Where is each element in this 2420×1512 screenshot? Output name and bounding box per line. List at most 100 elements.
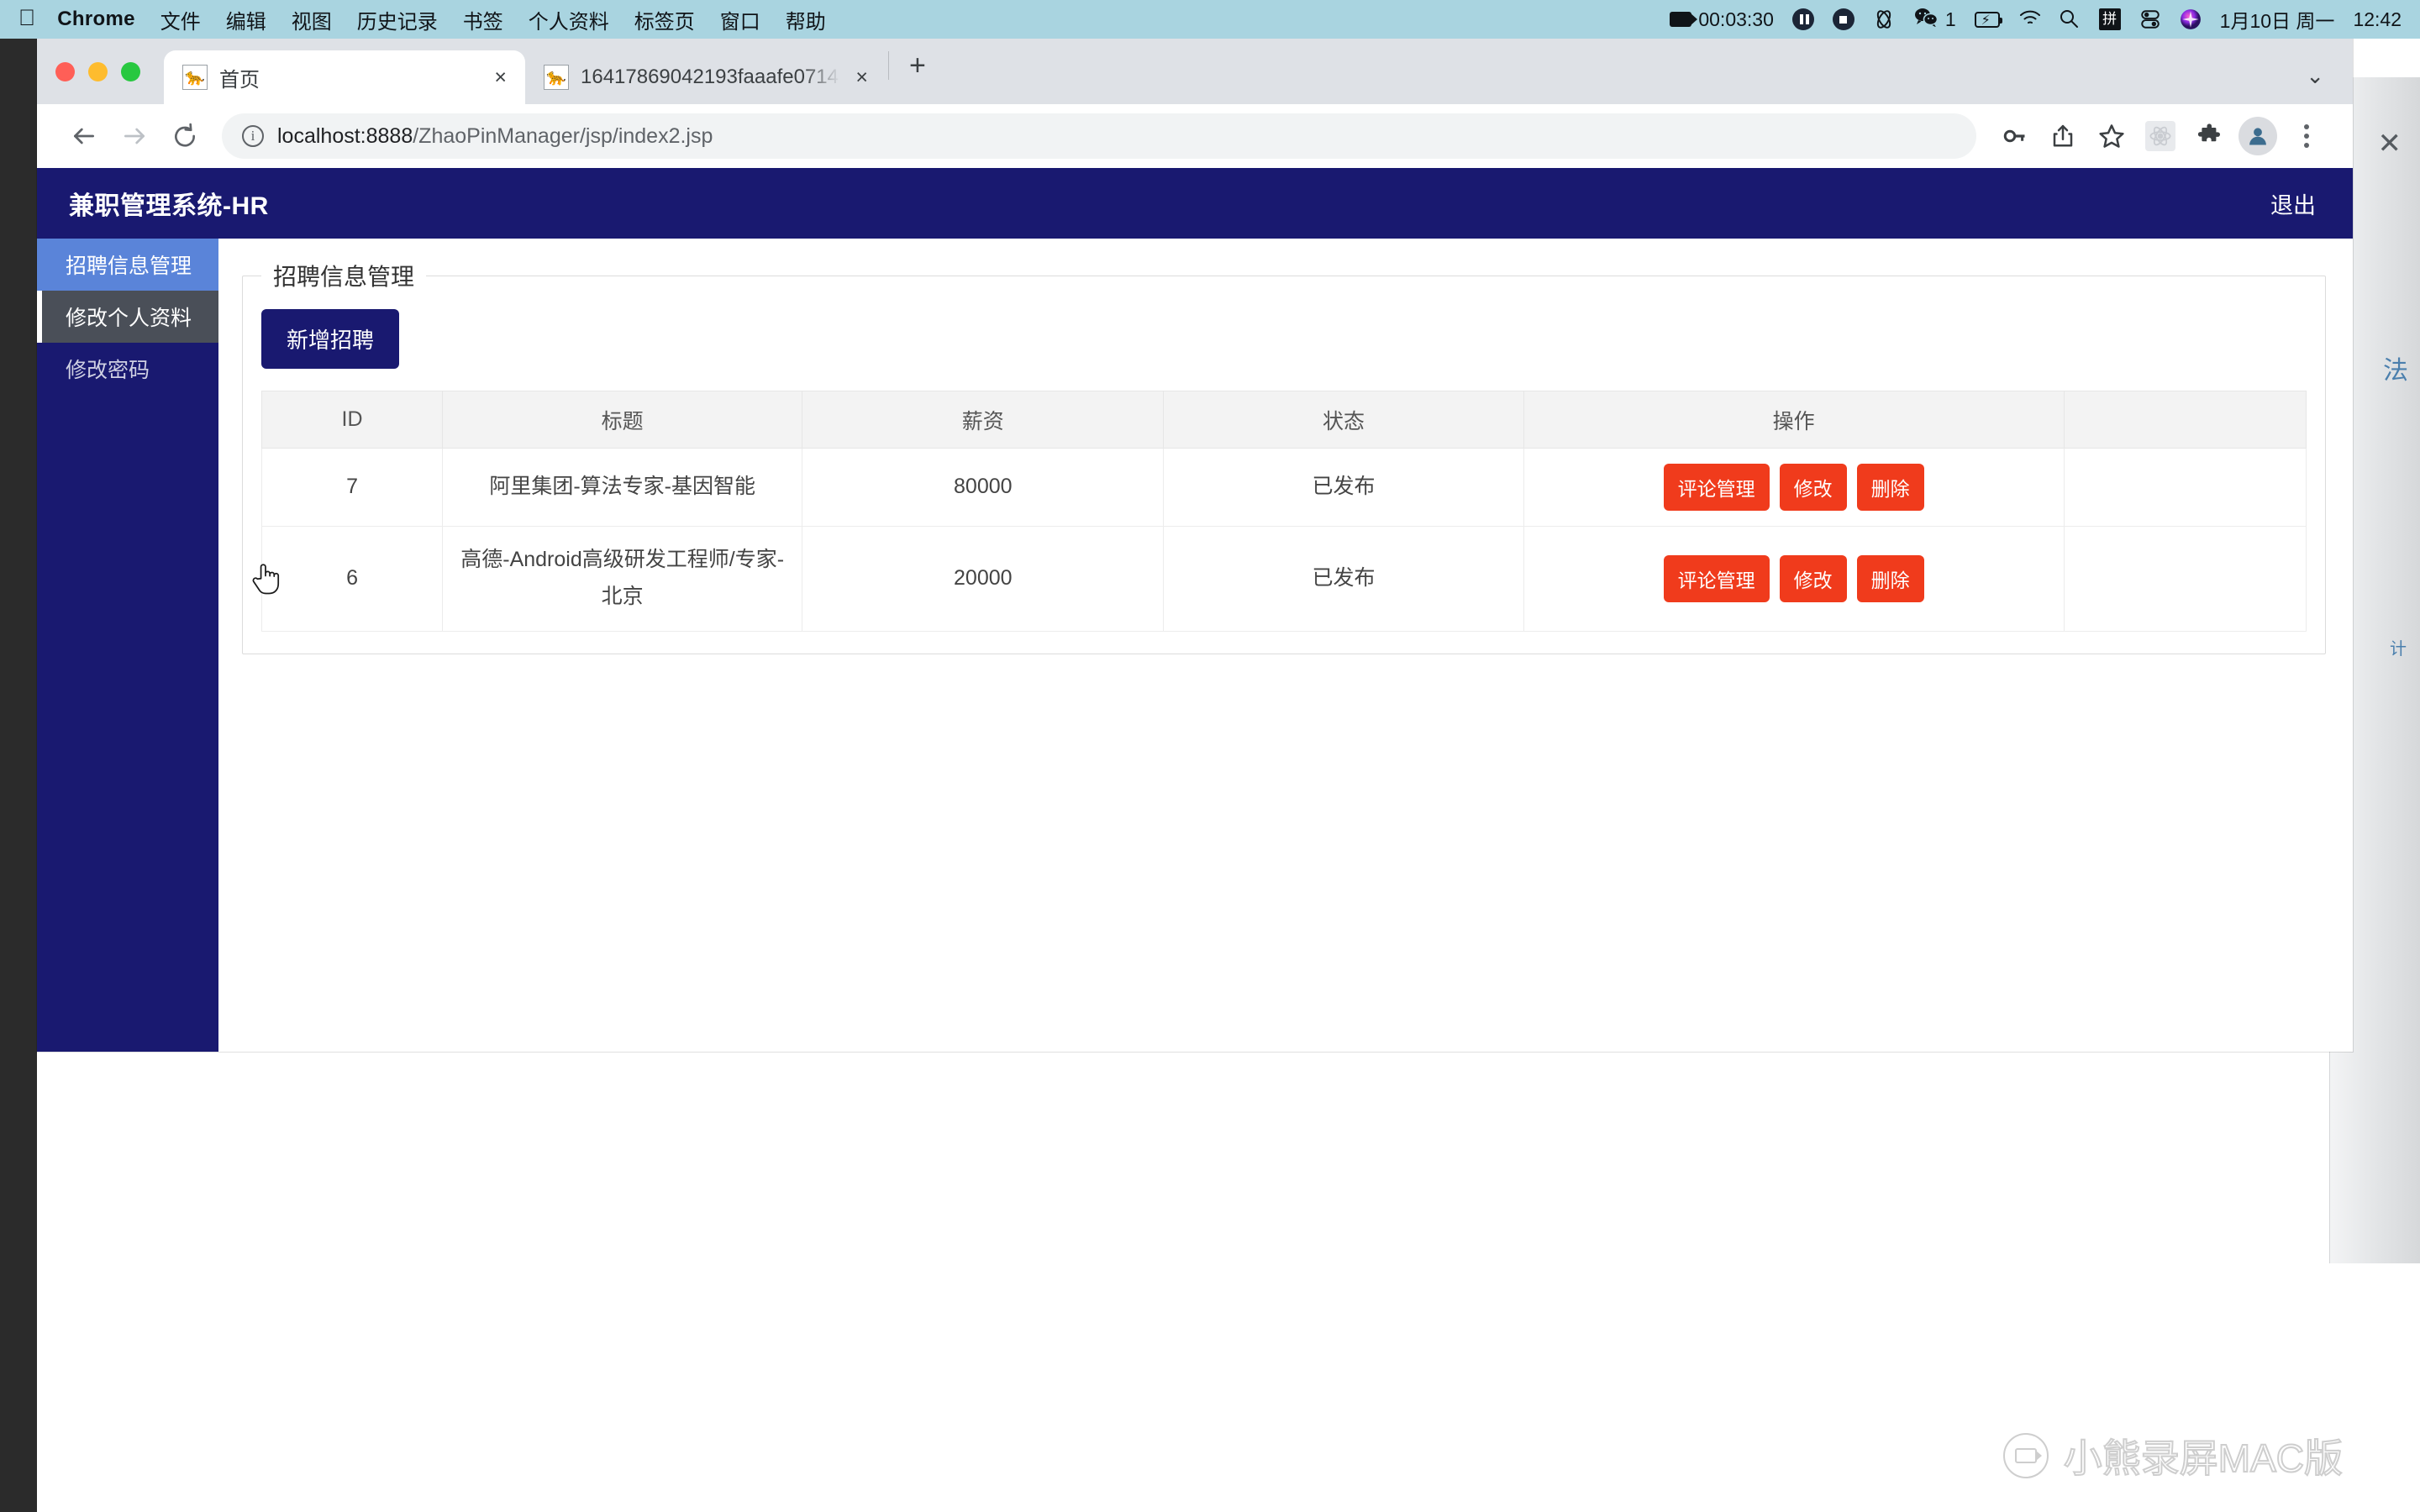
cell-status: 已发布 bbox=[1163, 448, 1524, 527]
pinyin-input-icon[interactable]: 拼 bbox=[2098, 8, 2121, 30]
menu-item-bookmarks[interactable]: 书签 bbox=[463, 5, 503, 34]
cell-empty bbox=[2063, 448, 2307, 527]
sidebar-item-recruitment[interactable]: 招聘信息管理 bbox=[37, 239, 218, 291]
react-devtools-icon[interactable] bbox=[2136, 112, 2185, 160]
wifi-icon[interactable] bbox=[2018, 8, 2040, 30]
menu-item-edit[interactable]: 编辑 bbox=[226, 5, 266, 34]
column-header-status: 状态 bbox=[1163, 391, 1524, 449]
logout-button[interactable]: 退出 bbox=[2270, 187, 2316, 220]
recording-timer: 00:03:30 bbox=[1698, 8, 1774, 30]
web-page-viewport: 兼职管理系统-HR 退出 招聘信息管理 修改个人资料 修改密码 招聘信息管理 新… bbox=[37, 168, 2353, 1052]
menubar-time[interactable]: 12:42 bbox=[2353, 8, 2402, 31]
reload-icon[interactable] bbox=[160, 111, 210, 161]
column-header-salary: 薪资 bbox=[802, 391, 1165, 449]
app-body: 招聘信息管理 修改个人资料 修改密码 招聘信息管理 新增招聘 ID 标题 薪资 … bbox=[37, 239, 2353, 1052]
jsp-page-favicon: 🐆 bbox=[182, 65, 208, 90]
close-button[interactable] bbox=[55, 61, 75, 81]
site-information-icon[interactable]: i bbox=[242, 125, 264, 147]
menu-item-window[interactable]: 窗口 bbox=[720, 5, 760, 34]
page-title: 兼职管理系统-HR bbox=[69, 192, 269, 220]
address-bar-url: localhost:8888/ZhaoPinManager/jsp/index2… bbox=[277, 124, 713, 149]
screen-recorder-icon bbox=[2002, 1433, 2049, 1478]
pause-icon[interactable] bbox=[1791, 8, 1814, 30]
tab-title: 16417869042193faaafe071414 bbox=[581, 66, 841, 88]
comment-manage-button[interactable]: 评论管理 bbox=[1663, 464, 1770, 511]
delete-button[interactable]: 删除 bbox=[1856, 554, 1924, 602]
menu-item-profiles[interactable]: 个人资料 bbox=[529, 5, 609, 34]
menu-item-view[interactable]: 视图 bbox=[292, 5, 332, 34]
sidebar-item-profile[interactable]: 修改个人资料 bbox=[37, 291, 218, 343]
wechat-icon bbox=[1913, 7, 1939, 32]
browser-toolbar: i localhost:8888/ZhaoPinManager/jsp/inde… bbox=[37, 104, 2353, 168]
edit-button[interactable]: 修改 bbox=[1779, 554, 1847, 602]
minimize-button[interactable] bbox=[88, 61, 108, 81]
comment-manage-button[interactable]: 评论管理 bbox=[1663, 554, 1770, 602]
jsp-page-favicon: 🐆 bbox=[544, 65, 569, 90]
share-icon[interactable] bbox=[2039, 112, 2087, 160]
menu-item-history[interactable]: 历史记录 bbox=[357, 5, 438, 34]
address-bar[interactable]: i localhost:8888/ZhaoPinManager/jsp/inde… bbox=[222, 113, 1976, 159]
forward-arrow-icon bbox=[109, 111, 160, 161]
sidebar-item-label: 修改密码 bbox=[66, 359, 150, 382]
app-header: 兼职管理系统-HR 退出 bbox=[37, 168, 2353, 239]
browser-tab-inactive[interactable]: 🐆 16417869042193faaafe071414 × bbox=[525, 50, 886, 104]
sidebar-item-label: 招聘信息管理 bbox=[66, 255, 192, 278]
chrome-menu-kebab-icon[interactable] bbox=[2282, 112, 2331, 160]
browser-tab-active[interactable]: 🐆 首页 × bbox=[164, 50, 525, 104]
wechat-status[interactable]: 1 bbox=[1913, 7, 1956, 32]
chrome-browser-window: 🐆 首页 × 🐆 16417869042193faaafe071414 × + … bbox=[37, 39, 2353, 1052]
recruitment-panel: 招聘信息管理 新增招聘 ID 标题 薪资 状态 操作 7 阿里集团-算法专家-基… bbox=[242, 259, 2326, 654]
stop-icon[interactable] bbox=[1832, 8, 1854, 30]
edit-button[interactable]: 修改 bbox=[1779, 464, 1847, 511]
menubar-status-area: 00:03:30 1 ⚡ 拼 1月10日 周一 12:42 bbox=[1670, 5, 2402, 34]
background-window-text-fragment-2: 计 bbox=[2390, 640, 2407, 659]
spotlight-search-icon[interactable] bbox=[2059, 8, 2081, 30]
table-row: 7 阿里集团-算法专家-基因智能 80000 已发布 评论管理 修改 删除 bbox=[260, 448, 2307, 527]
zoom-button[interactable] bbox=[121, 61, 140, 81]
tab-close-icon[interactable]: × bbox=[491, 66, 510, 90]
menubar-date[interactable]: 1月10日 周一 bbox=[2220, 5, 2335, 34]
column-header-title: 标题 bbox=[442, 391, 803, 449]
main-content: 招聘信息管理 新增招聘 ID 标题 薪资 状态 操作 7 阿里集团-算法专家-基… bbox=[218, 239, 2353, 1052]
sidebar: 招聘信息管理 修改个人资料 修改密码 bbox=[37, 239, 218, 1052]
macos-menu-bar:  Chrome 文件 编辑 视图 历史记录 书签 个人资料 标签页 窗口 帮助… bbox=[0, 0, 2420, 39]
watermark-text: 小熊录屏MAC版 bbox=[2063, 1436, 2344, 1481]
menu-item-file[interactable]: 文件 bbox=[160, 5, 201, 34]
adobe-creative-cloud-icon[interactable] bbox=[1873, 8, 1895, 30]
cell-actions: 评论管理 修改 删除 bbox=[1523, 526, 2065, 632]
url-host: localhost:8888 bbox=[277, 123, 413, 148]
menu-item-help[interactable]: 帮助 bbox=[786, 5, 826, 34]
control-center-icon[interactable] bbox=[2139, 8, 2161, 30]
menu-app-name[interactable]: Chrome bbox=[57, 8, 134, 31]
column-header-actions: 操作 bbox=[1523, 391, 2065, 449]
menu-item-tabs[interactable]: 标签页 bbox=[634, 5, 695, 34]
tab-title: 首页 bbox=[219, 68, 260, 92]
close-icon[interactable]: ✕ bbox=[2378, 129, 2402, 158]
cell-actions: 评论管理 修改 删除 bbox=[1523, 448, 2065, 527]
background-window-text-fragment-1: 法 bbox=[2383, 357, 2408, 385]
tab-close-icon[interactable]: × bbox=[852, 66, 871, 90]
siri-icon[interactable] bbox=[2180, 8, 2202, 30]
profile-avatar-icon[interactable] bbox=[2233, 112, 2282, 160]
sidebar-item-password[interactable]: 修改密码 bbox=[37, 343, 218, 395]
recruitment-table: ID 标题 薪资 状态 操作 7 阿里集团-算法专家-基因智能 80000 已发… bbox=[260, 391, 2307, 632]
new-tab-button[interactable]: + bbox=[891, 51, 944, 92]
screen-recorder-status[interactable]: 00:03:30 bbox=[1670, 8, 1774, 31]
table-header-row: ID 标题 薪资 状态 操作 bbox=[260, 391, 2307, 449]
apple-logo-icon[interactable]:  bbox=[18, 6, 35, 29]
battery-charging-icon[interactable]: ⚡ bbox=[1974, 11, 2002, 28]
chevron-down-icon[interactable]: ⌄ bbox=[2306, 63, 2324, 89]
cell-title: 阿里集团-算法专家-基因智能 bbox=[442, 448, 803, 527]
window-traffic-lights bbox=[55, 39, 140, 104]
cell-salary: 20000 bbox=[802, 526, 1165, 632]
delete-button[interactable]: 删除 bbox=[1856, 464, 1924, 511]
cell-empty bbox=[2063, 526, 2307, 632]
cell-id: 6 bbox=[260, 526, 444, 632]
password-key-icon[interactable] bbox=[1990, 112, 2039, 160]
column-header-empty bbox=[2063, 391, 2307, 449]
back-arrow-icon[interactable] bbox=[59, 111, 109, 161]
add-recruitment-button[interactable]: 新增招聘 bbox=[261, 309, 400, 369]
bookmark-star-icon[interactable] bbox=[2087, 112, 2136, 160]
tab-separator bbox=[888, 51, 889, 80]
extensions-puzzle-icon[interactable] bbox=[2185, 112, 2233, 160]
